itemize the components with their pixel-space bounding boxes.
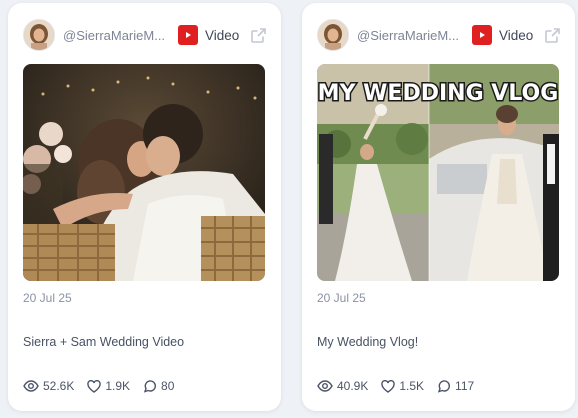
- engagement-stats: 40.9K 1.5K 117: [317, 379, 487, 393]
- external-link-icon[interactable]: [543, 26, 561, 44]
- video-thumbnail[interactable]: MY WEDDING VLOG: [317, 64, 559, 281]
- views-stat: 40.9K: [317, 379, 368, 393]
- eye-icon: [317, 380, 333, 392]
- video-title[interactable]: Sierra + Sam Wedding Video: [23, 335, 184, 349]
- creator-handle[interactable]: @SierraMarieM...: [63, 28, 171, 43]
- content-card-grid: @SierraMarieM... Video 20 Jul 25 Sierra …: [0, 0, 578, 418]
- likes-count: 1.9K: [105, 379, 131, 393]
- views-count: 40.9K: [337, 379, 369, 393]
- content-type-label: Video: [205, 27, 240, 43]
- likes-stat: 1.5K: [381, 379, 424, 393]
- avatar[interactable]: [23, 19, 55, 51]
- comment-icon: [437, 379, 451, 393]
- comments-stat: 80: [143, 379, 174, 393]
- creator-handle[interactable]: @SierraMarieM...: [357, 28, 465, 43]
- avatar[interactable]: [317, 19, 349, 51]
- external-link-icon[interactable]: [249, 26, 267, 44]
- heart-icon: [87, 379, 102, 393]
- likes-stat: 1.9K: [87, 379, 130, 393]
- card-header: @SierraMarieM... Video: [317, 18, 561, 52]
- video-thumbnail[interactable]: [23, 64, 265, 281]
- comment-icon: [143, 379, 157, 393]
- thumbnail-caption: MY WEDDING VLOG: [318, 81, 559, 106]
- youtube-icon: [178, 25, 198, 45]
- content-card[interactable]: @SierraMarieM... Video: [8, 3, 281, 411]
- comments-count: 80: [161, 379, 175, 393]
- content-type-label: Video: [499, 27, 534, 43]
- engagement-stats: 52.6K 1.9K 80: [23, 379, 187, 393]
- post-date: 20 Jul 25: [317, 291, 366, 305]
- comments-stat: 117: [437, 379, 474, 393]
- content-card[interactable]: @SierraMarieM... Video: [302, 3, 575, 411]
- views-stat: 52.6K: [23, 379, 74, 393]
- video-title[interactable]: My Wedding Vlog!: [317, 335, 418, 349]
- heart-icon: [381, 379, 396, 393]
- post-date: 20 Jul 25: [23, 291, 72, 305]
- views-count: 52.6K: [43, 379, 75, 393]
- eye-icon: [23, 380, 39, 392]
- likes-count: 1.5K: [399, 379, 425, 393]
- card-header: @SierraMarieM... Video: [23, 18, 267, 52]
- comments-count: 117: [455, 379, 475, 393]
- youtube-icon: [472, 25, 492, 45]
